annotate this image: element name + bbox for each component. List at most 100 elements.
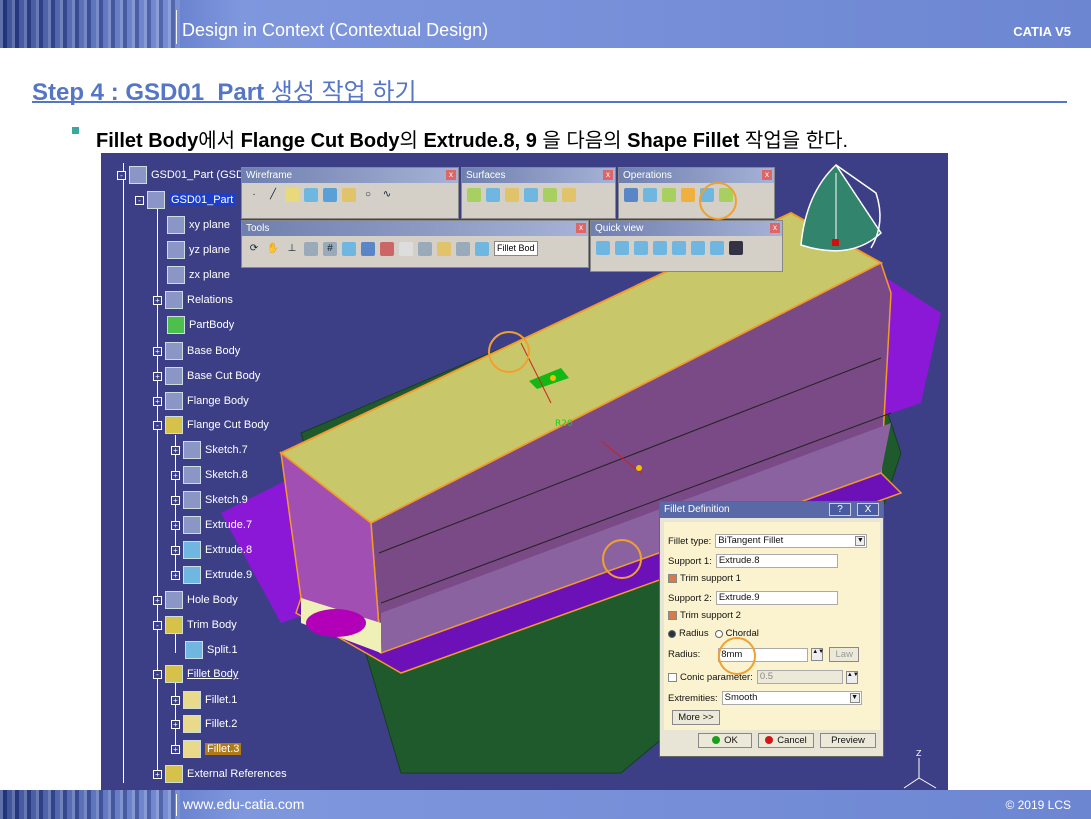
expand-icon[interactable]: + (153, 346, 162, 356)
support2-field[interactable]: Extrude.9 (715, 591, 838, 605)
expand-icon[interactable]: - (153, 620, 162, 630)
tree-item[interactable]: Split.1 (185, 638, 238, 662)
handle-point[interactable] (636, 465, 642, 471)
preview-button[interactable]: Preview (820, 733, 876, 748)
split-icon[interactable] (643, 188, 657, 202)
toolbar-tools[interactable]: Tools x ⟳ ✋ ⊥ # Fillet Bod (241, 220, 589, 268)
revolve-icon[interactable] (486, 188, 500, 202)
expand-icon[interactable]: + (171, 719, 180, 729)
expand-icon[interactable]: + (153, 295, 162, 305)
expand-icon[interactable]: + (171, 744, 180, 754)
toolbar-quick-view[interactable]: Quick view x (590, 220, 783, 272)
compass-icon[interactable] (800, 163, 882, 252)
snap-icon[interactable] (342, 241, 356, 256)
expand-icon[interactable]: + (153, 769, 162, 779)
view-left-icon[interactable] (653, 241, 667, 255)
tree-item[interactable]: + Sketch.9 (171, 488, 248, 512)
close-button[interactable]: X (857, 503, 879, 516)
hide-icon[interactable] (399, 241, 413, 256)
hand-icon[interactable]: ✋ (266, 242, 280, 256)
expand-icon[interactable]: + (171, 520, 180, 530)
view-iso-icon[interactable] (596, 241, 610, 255)
conic-parameter-field[interactable]: 0.5 (756, 670, 843, 684)
chevron-down-icon[interactable]: ▼ (855, 536, 866, 546)
close-icon[interactable]: x (762, 170, 772, 180)
handle-point[interactable] (550, 375, 556, 381)
cancel-button[interactable]: Cancel (758, 733, 814, 748)
toolbar-surfaces[interactable]: Surfaces x (461, 167, 616, 219)
datum-icon[interactable] (361, 241, 375, 256)
tree-item[interactable]: - GSD01_Part (GSD (117, 163, 244, 187)
expand-icon[interactable]: - (117, 170, 126, 180)
tree-item[interactable]: + Fillet.1 (171, 688, 237, 712)
fillet-definition-dialog[interactable]: Fillet Definition? X Fillet type: BiTangen… (659, 501, 884, 757)
offset-surface-icon[interactable] (505, 188, 519, 202)
tree-item[interactable]: + Extrude.8 (171, 538, 252, 562)
offset-icon[interactable] (342, 188, 356, 202)
conic-parameter-checkbox[interactable] (668, 672, 677, 682)
tree-item[interactable]: + Sketch.8 (171, 463, 248, 487)
expand-icon[interactable]: - (153, 420, 162, 430)
view-right-icon[interactable] (672, 241, 686, 255)
circle-icon[interactable]: ○ (361, 188, 375, 202)
close-icon[interactable]: x (446, 170, 456, 180)
expand-icon[interactable]: + (153, 595, 162, 605)
tree-item[interactable]: PartBody (167, 313, 234, 337)
help-button[interactable]: ? (829, 503, 851, 516)
tree-item[interactable]: - Fillet Body (153, 662, 238, 686)
line-icon[interactable]: ╱ (266, 188, 280, 202)
tree-item[interactable]: - GSD01_Part (135, 188, 236, 212)
tree-item[interactable]: + Hole Body (153, 588, 238, 612)
expand-icon[interactable]: + (171, 695, 180, 705)
tree-item[interactable]: yz plane (167, 238, 230, 262)
tree-item[interactable]: + Base Cut Body (153, 364, 260, 388)
more-button[interactable]: More >> (672, 710, 720, 725)
tree-item[interactable]: + Sketch.7 (171, 438, 248, 462)
view-front-icon[interactable] (615, 241, 629, 255)
expand-icon[interactable]: + (171, 545, 180, 555)
spinner-icon[interactable]: ▲▼ (845, 670, 859, 684)
expand-icon[interactable]: - (153, 669, 162, 679)
expand-icon[interactable]: - (135, 195, 144, 205)
chevron-down-icon[interactable]: ▼ (849, 693, 860, 703)
work-support-icon[interactable] (304, 241, 318, 256)
update-icon[interactable]: ⟳ (247, 242, 261, 256)
expand-icon[interactable]: + (171, 445, 180, 455)
named-views-icon[interactable] (729, 241, 743, 255)
tree-item[interactable]: + Extrude.7 (171, 513, 252, 537)
tree-item[interactable]: + Extrude.9 (171, 563, 252, 587)
extremities-select[interactable]: Smooth ▼ (721, 691, 862, 705)
tree-item[interactable]: + External References (153, 762, 287, 786)
intersection-icon[interactable] (323, 188, 337, 202)
grid-icon[interactable]: # (323, 241, 337, 256)
measure-icon[interactable] (456, 241, 470, 256)
shape-fillet-icon[interactable] (662, 188, 676, 202)
ok-button[interactable]: OK (698, 733, 752, 748)
tree-item[interactable]: zx plane (167, 263, 230, 287)
trim-support1-checkbox[interactable] (668, 574, 677, 583)
fillet-type-select[interactable]: BiTangent Fillet ▼ (715, 534, 868, 548)
axis-system-icon[interactable]: ⊥ (285, 242, 299, 256)
expand-icon[interactable]: + (153, 396, 162, 406)
tree-item[interactable]: - Flange Cut Body (153, 413, 269, 437)
law-button[interactable]: Law (829, 647, 860, 662)
spinner-icon[interactable]: ▲▼ (811, 648, 824, 661)
projection-icon[interactable] (304, 188, 318, 202)
expand-icon[interactable]: + (153, 371, 162, 381)
radius-radio[interactable] (668, 629, 676, 638)
tree-item[interactable]: + Base Body (153, 339, 240, 363)
catalog-icon[interactable] (418, 241, 432, 256)
extrude-icon[interactable] (467, 188, 481, 202)
point-icon[interactable]: · (247, 188, 261, 202)
expand-icon[interactable]: + (171, 570, 180, 580)
toolbar-wireframe[interactable]: Wireframe x · ╱ ○ ∿ (241, 167, 459, 219)
support1-field[interactable]: Extrude.8 (715, 554, 838, 568)
close-icon[interactable]: x (770, 223, 780, 233)
tree-item[interactable]: + Fillet.2 (171, 712, 237, 736)
publish-icon[interactable] (437, 241, 451, 256)
view-back-icon[interactable] (634, 241, 648, 255)
trim-support2-checkbox[interactable] (668, 611, 677, 620)
body-icon[interactable] (475, 241, 489, 256)
close-icon[interactable]: x (576, 223, 586, 233)
spline-icon[interactable]: ∿ (380, 188, 394, 202)
